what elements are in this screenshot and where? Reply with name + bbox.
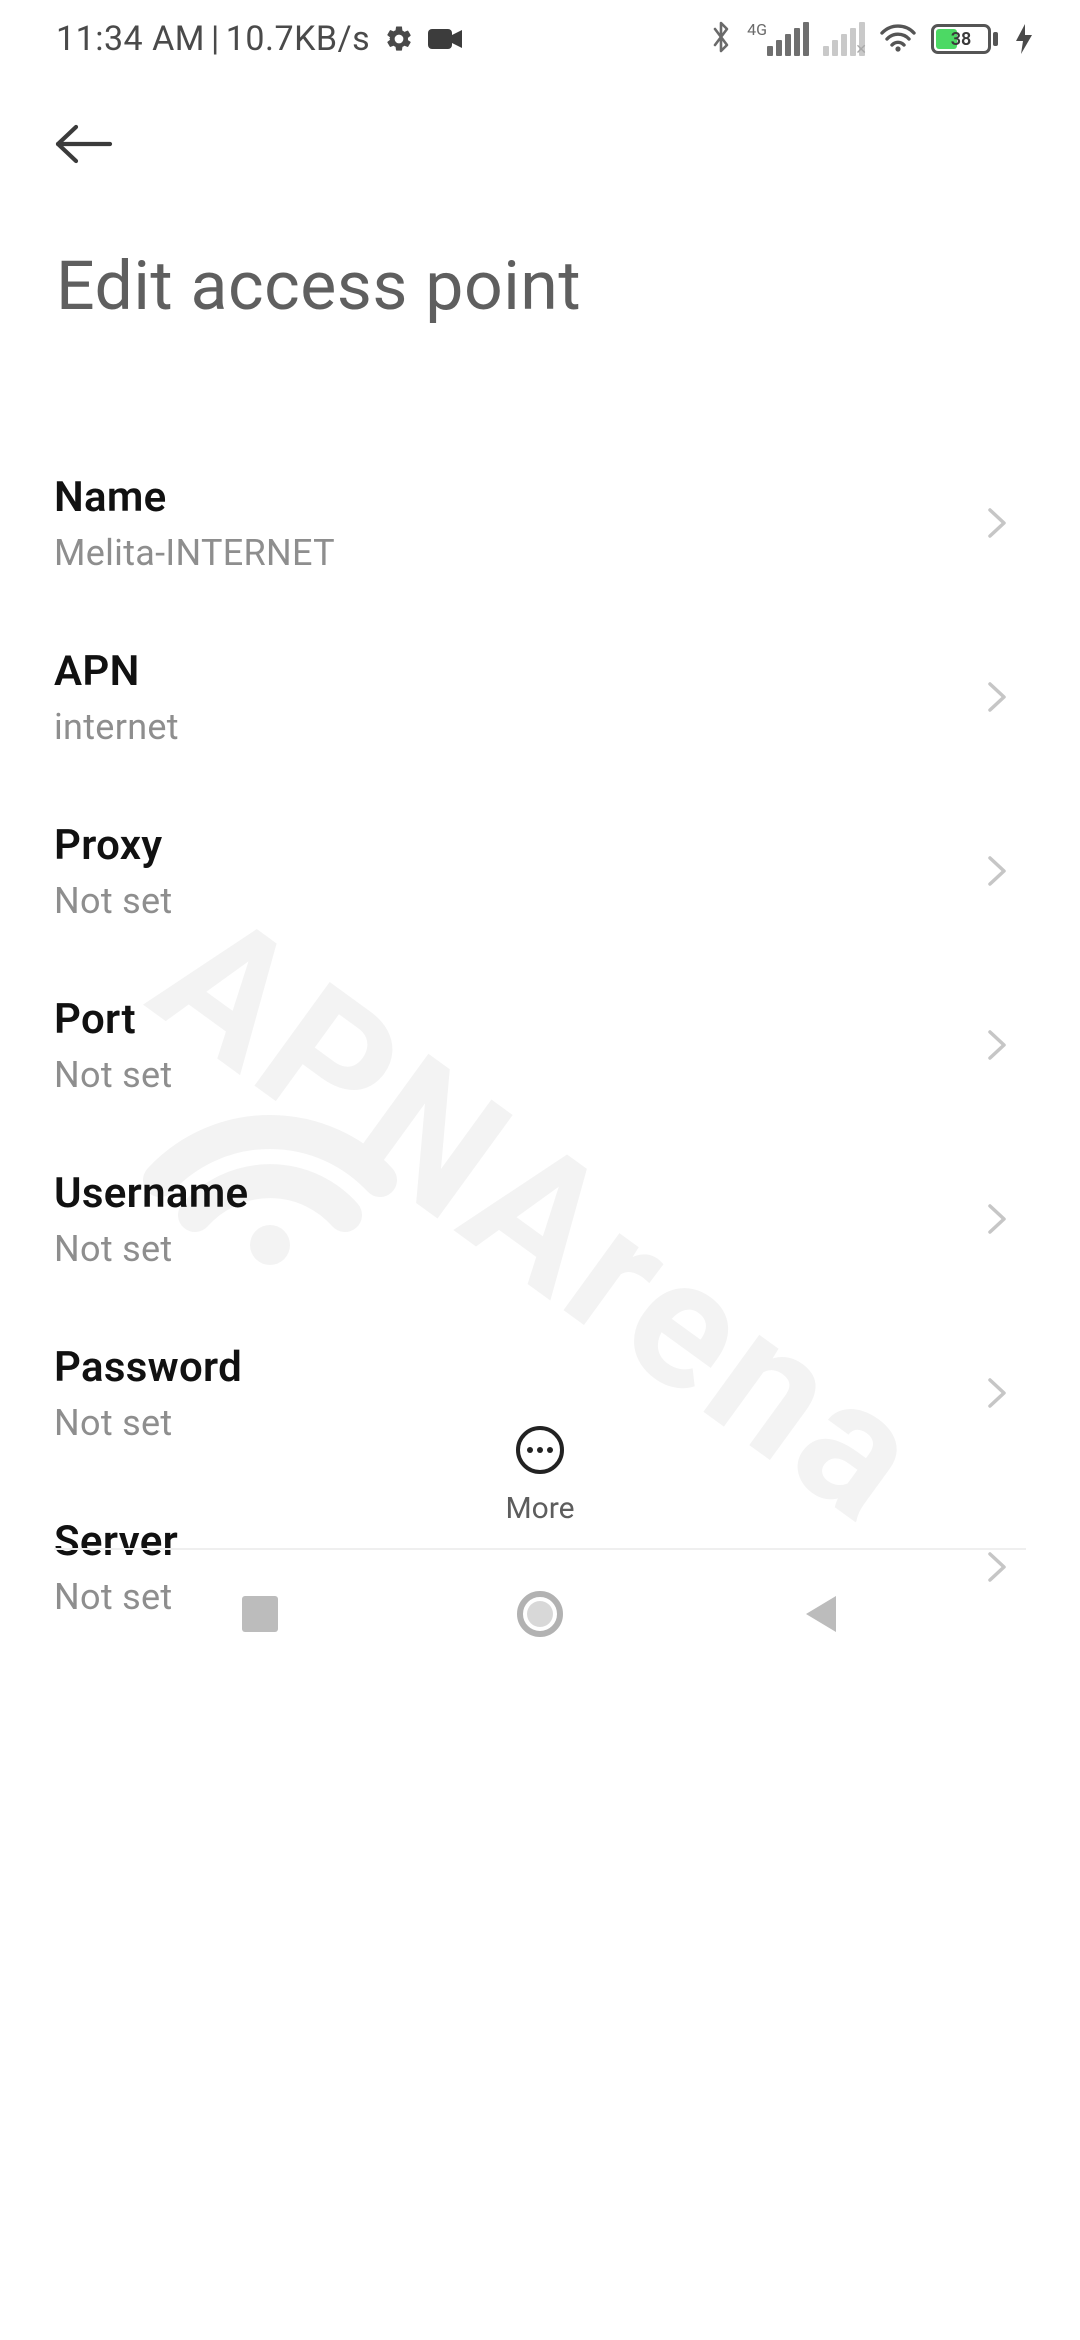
row-label: APN bbox=[54, 647, 179, 696]
row-value: internet bbox=[54, 706, 179, 748]
triangle-left-icon bbox=[802, 1594, 838, 1634]
row-username[interactable]: Username Not set bbox=[54, 1132, 1026, 1306]
signal-sim2: ✕ bbox=[823, 22, 865, 56]
signal-x-icon: ✕ bbox=[855, 42, 867, 58]
action-bar: More bbox=[0, 1400, 1080, 1550]
status-time: 11:34 AM bbox=[56, 19, 205, 59]
network-4g-label: 4G bbox=[747, 22, 767, 38]
signal-sim1: 4G bbox=[747, 22, 809, 56]
row-apn[interactable]: APN internet bbox=[54, 610, 1026, 784]
wifi-icon bbox=[879, 22, 917, 56]
square-icon bbox=[242, 1596, 278, 1632]
row-label: Username bbox=[54, 1169, 248, 1218]
more-icon bbox=[515, 1425, 565, 1479]
row-value: Not set bbox=[54, 1228, 248, 1270]
battery-percent: 38 bbox=[934, 29, 988, 50]
status-speed: 10.7KB/s bbox=[226, 19, 370, 59]
row-name[interactable]: Name Melita-INTERNET bbox=[54, 436, 1026, 610]
back-button[interactable] bbox=[54, 108, 126, 180]
row-value: Melita-INTERNET bbox=[54, 532, 335, 574]
chevron-right-icon bbox=[986, 854, 1008, 888]
statusbar-left: 11:34 AM | 10.7KB/s bbox=[56, 19, 462, 59]
signal-bars-icon bbox=[767, 22, 809, 56]
header: Edit access point bbox=[0, 78, 1080, 326]
nav-back-button[interactable] bbox=[784, 1578, 856, 1650]
battery-indicator: 38 bbox=[931, 24, 998, 54]
row-label: Password bbox=[54, 1343, 242, 1392]
nav-recent-button[interactable] bbox=[224, 1578, 296, 1650]
row-label: Port bbox=[54, 995, 172, 1044]
row-label: Proxy bbox=[54, 821, 172, 870]
row-value: Not set bbox=[54, 880, 172, 922]
statusbar: 11:34 AM | 10.7KB/s 4G ✕ bbox=[0, 0, 1080, 78]
nav-home-button[interactable] bbox=[504, 1578, 576, 1650]
row-port[interactable]: Port Not set bbox=[54, 958, 1026, 1132]
video-icon bbox=[428, 27, 462, 51]
row-value: Not set bbox=[54, 1054, 172, 1096]
gear-icon bbox=[384, 24, 414, 54]
page-title: Edit access point bbox=[54, 246, 1026, 326]
row-proxy[interactable]: Proxy Not set bbox=[54, 784, 1026, 958]
bluetooth-icon bbox=[709, 19, 733, 59]
more-button[interactable]: More bbox=[505, 1425, 574, 1526]
arrow-left-icon bbox=[54, 123, 114, 165]
status-separator: | bbox=[211, 19, 220, 59]
circle-icon bbox=[517, 1591, 563, 1637]
chevron-right-icon bbox=[986, 506, 1008, 540]
chevron-right-icon bbox=[986, 680, 1008, 714]
more-label: More bbox=[505, 1491, 574, 1526]
row-label: Name bbox=[54, 473, 335, 522]
chevron-right-icon bbox=[986, 1028, 1008, 1062]
statusbar-right: 4G ✕ 38 bbox=[709, 19, 1032, 59]
chevron-right-icon bbox=[986, 1202, 1008, 1236]
charging-icon bbox=[1016, 24, 1032, 54]
nav-bar bbox=[0, 1550, 1080, 1678]
